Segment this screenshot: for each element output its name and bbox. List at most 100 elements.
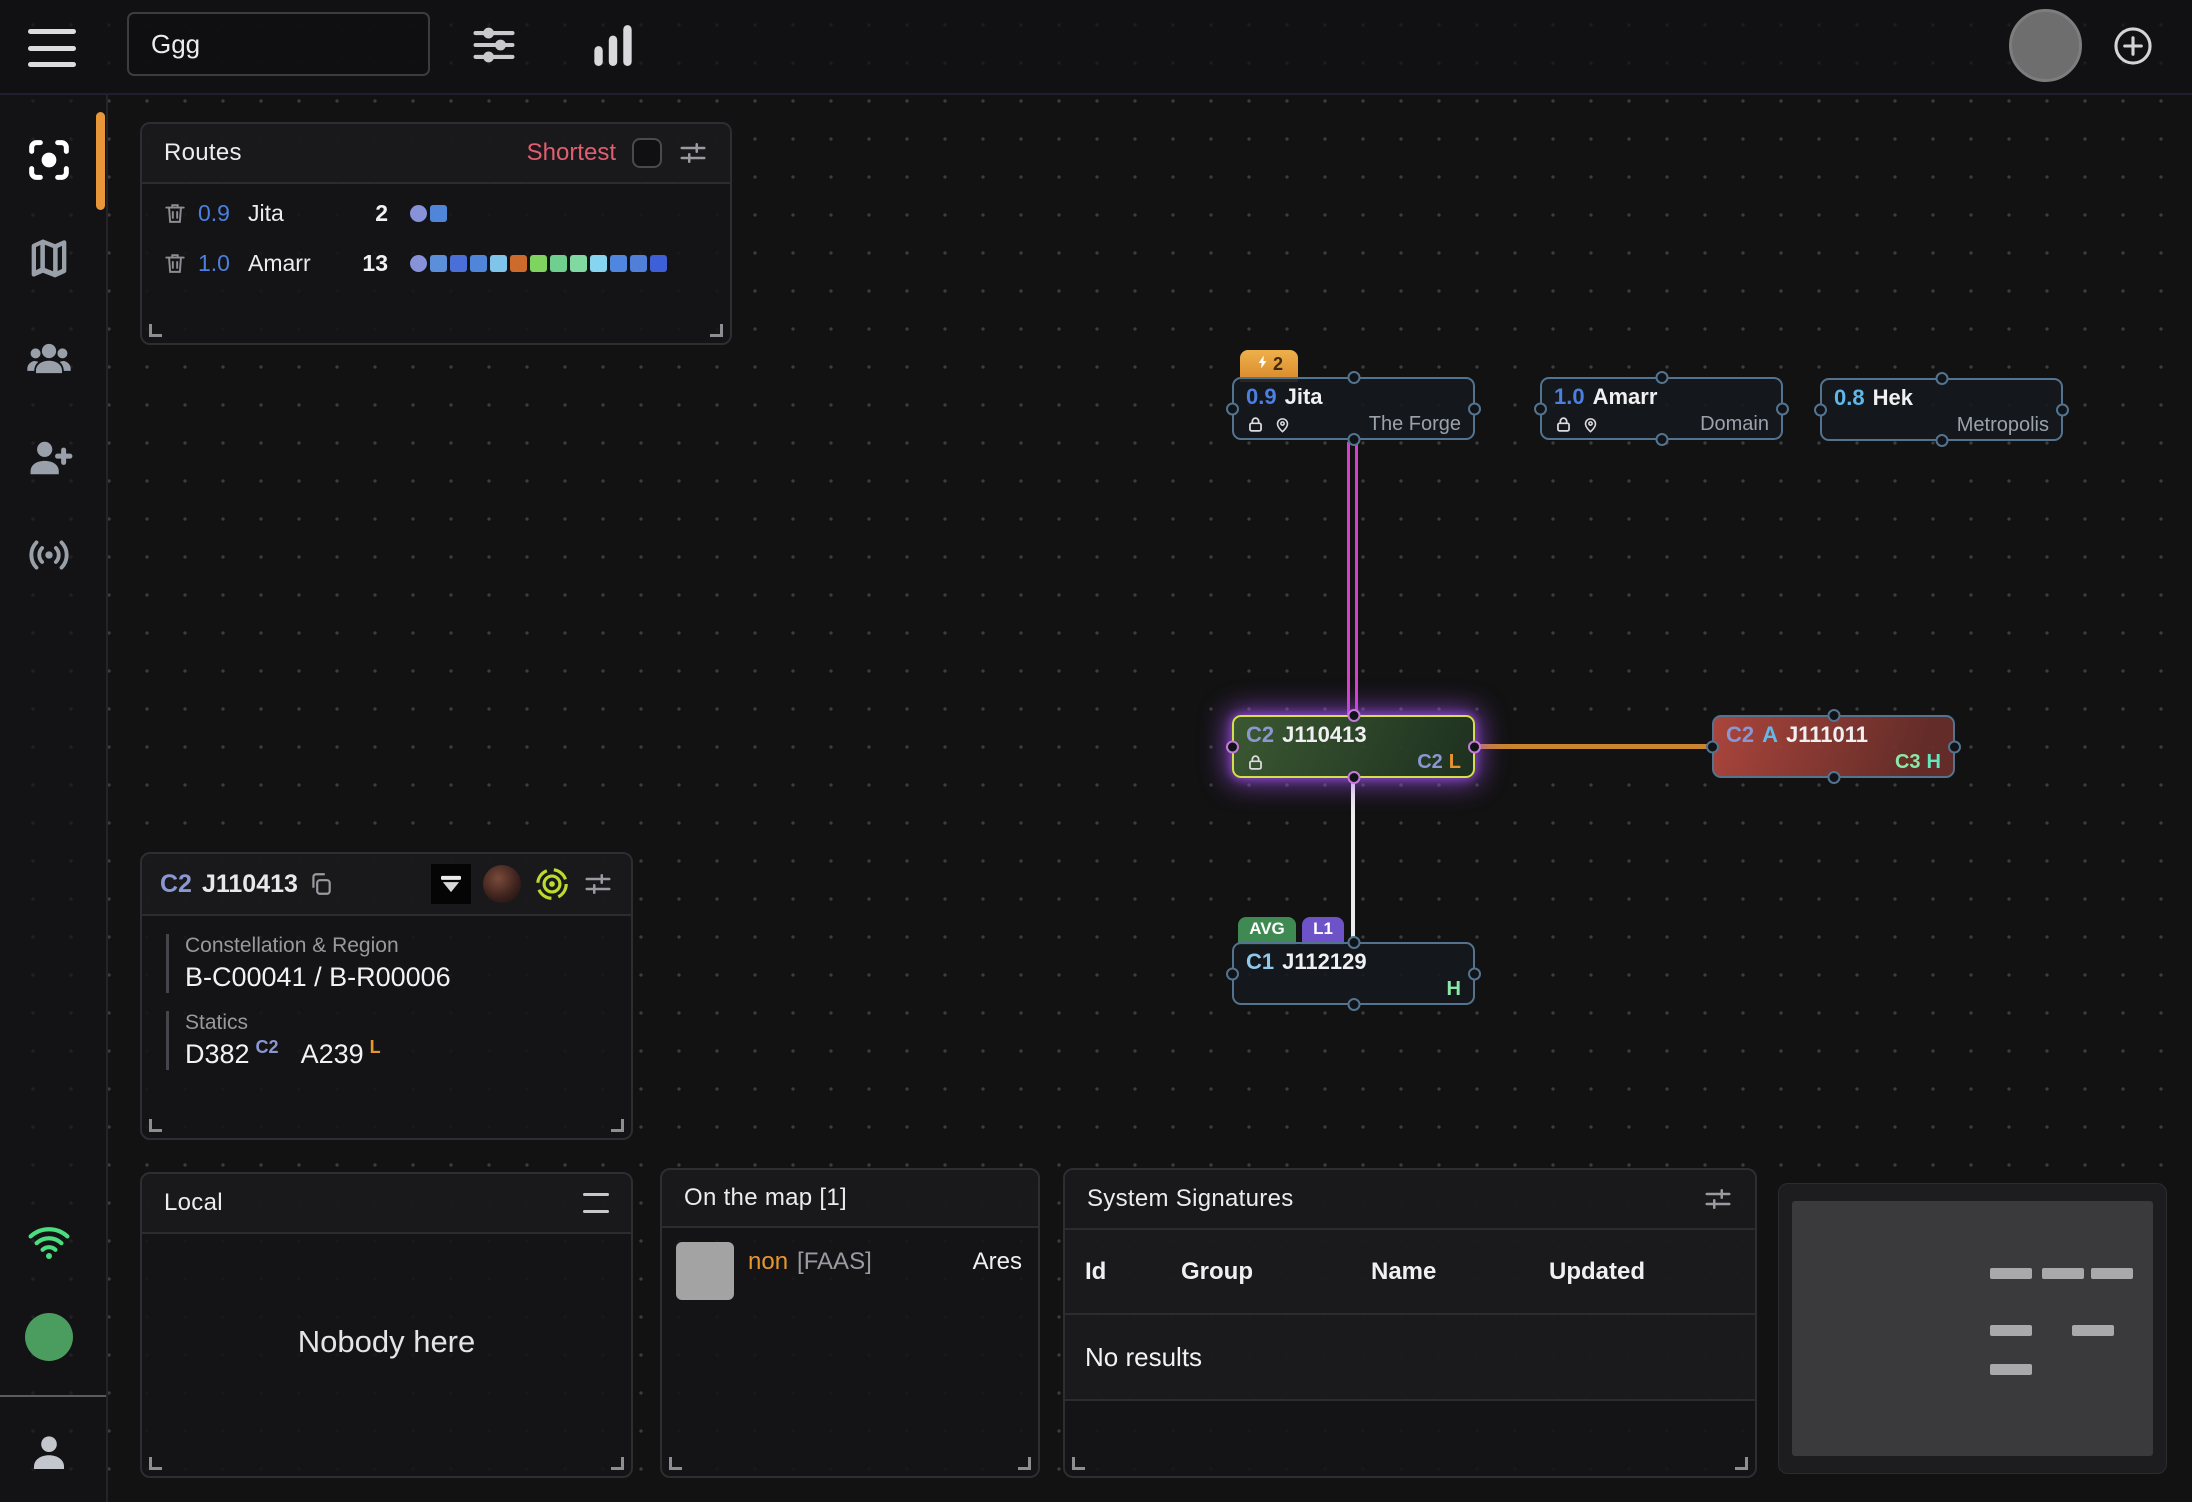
map-select-input[interactable] [127, 12, 430, 76]
route-start-dot [410, 255, 427, 272]
resize-grip[interactable] [1072, 1457, 1085, 1470]
connection-handle[interactable] [1347, 936, 1360, 949]
connection-jita-j110413[interactable] [1347, 442, 1358, 717]
system-node-jita[interactable]: 0.9Jita The Forge [1232, 377, 1475, 440]
shortest-toggle-label[interactable]: Shortest [527, 139, 616, 167]
route-jump-square [470, 255, 487, 272]
route-security: 0.9 [198, 200, 248, 227]
resize-grip[interactable] [710, 324, 723, 337]
signatures-settings-icon[interactable] [1703, 1184, 1733, 1214]
hamburger-menu-icon[interactable] [26, 25, 78, 71]
add-character-icon[interactable] [23, 432, 75, 484]
connection-j110413-j112129[interactable] [1351, 780, 1355, 944]
location-pin-icon [1273, 415, 1292, 434]
minimap-viewport[interactable] [1792, 1201, 2153, 1456]
top-bar [0, 0, 2192, 95]
resize-grip[interactable] [669, 1457, 682, 1470]
route-security: 1.0 [198, 250, 248, 277]
connection-handle[interactable] [1814, 403, 1827, 416]
map-icon[interactable] [23, 232, 75, 284]
info-settings-icon[interactable] [583, 869, 613, 899]
route-jump-square [490, 255, 507, 272]
system-node-amarr[interactable]: 1.0Amarr Domain [1540, 377, 1783, 440]
connection-handle[interactable] [1468, 402, 1481, 415]
resize-grip[interactable] [149, 1457, 162, 1470]
characters-icon[interactable] [23, 333, 75, 385]
connection-handle[interactable] [1534, 402, 1547, 415]
bar-chart-icon[interactable] [585, 17, 641, 73]
connection-handle[interactable] [1226, 740, 1239, 753]
user-profile-icon[interactable] [25, 1427, 73, 1479]
connection-handle[interactable] [1347, 433, 1360, 446]
route-jump-segments [410, 255, 710, 272]
route-jump-square [550, 255, 567, 272]
local-menu-icon[interactable] [583, 1193, 609, 1213]
connection-handle[interactable] [1655, 433, 1668, 446]
copy-icon[interactable] [308, 871, 334, 897]
pilot-row[interactable]: non [FAAS] Ares [662, 1228, 1038, 1300]
connection-handle[interactable] [1935, 434, 1948, 447]
connection-handle[interactable] [1935, 372, 1948, 385]
connection-handle[interactable] [1347, 709, 1360, 722]
minimap-node [1990, 1325, 2032, 1336]
connection-handle[interactable] [1706, 740, 1719, 753]
system-portrait[interactable] [483, 865, 521, 903]
route-row-amarr[interactable]: 1.0 Amarr 13 [142, 242, 730, 284]
connection-handle[interactable] [1776, 402, 1789, 415]
resize-grip[interactable] [611, 1119, 624, 1132]
connection-handle[interactable] [1468, 967, 1481, 980]
resize-grip[interactable] [1735, 1457, 1748, 1470]
system-node-j112129[interactable]: C1J112129 H [1232, 942, 1475, 1005]
broadcast-icon[interactable] [23, 529, 75, 581]
connection-handle[interactable] [2056, 403, 2069, 416]
connection-handle[interactable] [1948, 740, 1961, 753]
routes-panel-title: Routes [164, 139, 242, 167]
constellation-region-label: Constellation & Region [185, 934, 631, 958]
online-status-dot [25, 1313, 73, 1361]
system-node-hek[interactable]: 0.8Hek Metropolis [1820, 378, 2063, 441]
resize-grip[interactable] [1018, 1457, 1031, 1470]
wormhole-mapper-app: { "colors": { "accent_orange": "#e8963a"… [0, 0, 2192, 1502]
resize-grip[interactable] [149, 324, 162, 337]
route-jump-square [430, 205, 447, 222]
system-node-j111011[interactable]: C2AJ111011 C3H [1712, 715, 1955, 778]
shortest-checkbox[interactable] [632, 138, 662, 168]
connection-handle[interactable] [1347, 998, 1360, 1011]
minimap-node [2091, 1268, 2133, 1279]
route-jump-square [630, 255, 647, 272]
tracking-focus-icon[interactable] [23, 134, 75, 186]
on-the-map-title: On the map [1] [684, 1184, 847, 1212]
connection-handle[interactable] [1347, 371, 1360, 384]
connection-handle[interactable] [1655, 371, 1668, 384]
column-id[interactable]: Id [1085, 1258, 1181, 1286]
connection-j110413-j111011[interactable] [1477, 744, 1714, 749]
delete-route-icon[interactable] [162, 250, 188, 276]
sidebar [0, 95, 108, 1502]
delete-route-icon[interactable] [162, 200, 188, 226]
system-info-panel: C2 J110413 Constellation & Region B-C000… [140, 852, 633, 1140]
route-jump-square [450, 255, 467, 272]
connection-handle[interactable] [1827, 771, 1840, 784]
routes-settings-icon[interactable] [678, 138, 708, 168]
connection-handle[interactable] [1468, 740, 1481, 753]
resize-grip[interactable] [611, 1457, 624, 1470]
wormhole-effect-icon[interactable] [431, 864, 471, 904]
connection-handle[interactable] [1226, 967, 1239, 980]
minimap-panel[interactable] [1778, 1183, 2167, 1474]
resize-grip[interactable] [149, 1119, 162, 1132]
connection-status-icon [25, 1216, 73, 1268]
zkillboard-icon[interactable] [533, 865, 571, 903]
statics-label: Statics [185, 1011, 631, 1035]
filter-sliders-icon[interactable] [468, 19, 520, 71]
column-group[interactable]: Group [1181, 1258, 1371, 1286]
route-row-jita[interactable]: 0.9 Jita 2 [142, 192, 730, 234]
user-avatar[interactable] [2009, 9, 2082, 82]
column-updated[interactable]: Updated [1549, 1258, 1645, 1286]
system-node-j110413[interactable]: C2J110413 C2L [1232, 715, 1475, 778]
connection-handle[interactable] [1827, 709, 1840, 722]
on-the-map-panel: On the map [1] non [FAAS] Ares [660, 1168, 1040, 1478]
add-map-icon[interactable] [2111, 24, 2155, 68]
connection-handle[interactable] [1347, 771, 1360, 784]
connection-handle[interactable] [1226, 402, 1239, 415]
column-name[interactable]: Name [1371, 1258, 1549, 1286]
